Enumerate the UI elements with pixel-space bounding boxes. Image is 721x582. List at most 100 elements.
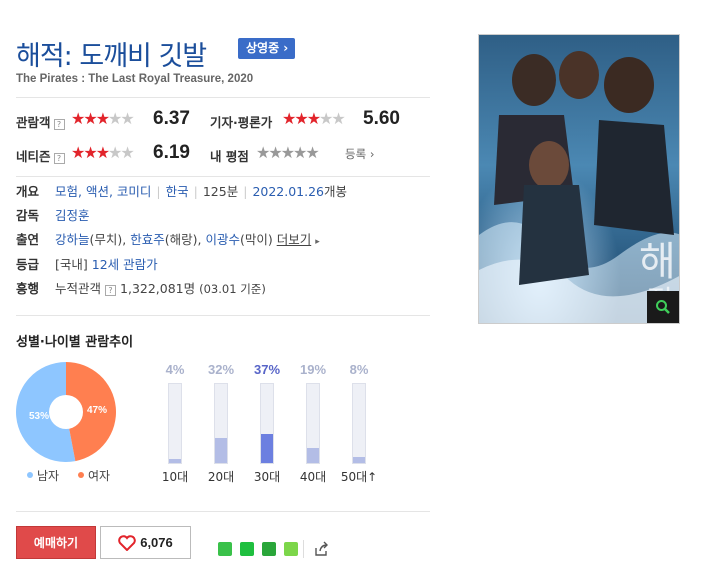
boxoffice-key: 흥행 [16, 281, 40, 296]
country-link[interactable]: 한국 [166, 184, 189, 199]
boxoffice-date: (03.01 기준) [199, 282, 266, 296]
critic-stars: ★★★★★ [282, 109, 346, 128]
cast-link[interactable]: 이광수 [205, 232, 240, 247]
pie-label-male: 53% [29, 411, 49, 422]
audience-label-text: 관람객 [16, 115, 51, 130]
search-icon [656, 300, 670, 314]
age-bar-category-label: 50대↑ [340, 470, 378, 484]
boxoffice-value: 1,322,081명 [120, 281, 196, 296]
age-bar-column: 32% 20대 [201, 362, 241, 484]
age-bar-track [306, 383, 320, 464]
age-bar-category-label: 30대 [253, 470, 281, 484]
poster-image: 해 적 [479, 35, 679, 323]
grade-key: 등급 [16, 257, 40, 272]
grade-link[interactable]: 12세 관람가 [92, 257, 158, 272]
age-bar-value-label: 32% [207, 362, 235, 377]
help-icon[interactable]: ? [53, 153, 65, 164]
my-rating-stars[interactable]: ★★★★★ [256, 143, 320, 162]
age-bar-column: 19% 40대 [293, 362, 333, 484]
like-button[interactable]: 6,076 [100, 526, 191, 559]
cast-role: (무치), [89, 232, 131, 247]
dot-icon [78, 472, 84, 478]
more-cast-link[interactable]: 더보기 [277, 232, 312, 247]
book-ticket-button[interactable]: 예매하기 [16, 526, 96, 559]
release-date-link[interactable]: 2022.01.26 [252, 184, 324, 199]
zoom-button[interactable] [647, 291, 679, 323]
cast-key: 출연 [16, 232, 40, 247]
age-bar-track [260, 383, 274, 464]
age-bar-category-label: 20대 [207, 470, 235, 484]
share-memo-icon[interactable] [284, 542, 298, 556]
divider [16, 511, 430, 512]
legend-male: 남자 [27, 467, 59, 484]
help-icon[interactable]: ? [105, 285, 117, 296]
age-bar-value-label: 4% [165, 362, 185, 377]
age-bar-column: 37% 30대 [247, 362, 287, 484]
age-bar-value-label: 37% [253, 362, 281, 377]
cast-role: (해랑), [164, 232, 206, 247]
age-bar [169, 459, 181, 463]
age-bar-value-label: 19% [299, 362, 327, 377]
runtime: 125분 [202, 184, 239, 199]
pie-hole [49, 395, 83, 429]
age-bar-value-label: 8% [349, 362, 369, 377]
demographics-title: 성별·나이별 관람추이 [16, 335, 134, 350]
netizen-rating-label: 네티즌? [16, 146, 65, 165]
legend-female: 여자 [78, 467, 110, 484]
more-arrow-icon: ▸ [315, 237, 320, 247]
boxoffice-label: 누적관객 [55, 281, 102, 296]
age-bar [307, 448, 319, 463]
netizen-score: 6.19 [153, 142, 190, 163]
gender-pie-chart: 53% 47% [15, 362, 116, 462]
age-bar-category-label: 40대 [299, 470, 327, 484]
age-bar-column: 4% 10대 [155, 362, 195, 484]
netizen-label-text: 네티즌 [16, 149, 51, 164]
help-icon[interactable]: ? [53, 119, 65, 130]
like-count: 6,076 [140, 535, 173, 550]
status-badge-label: 상영중 [246, 41, 280, 55]
cast-row: 출연 강하늘(무치), 한효주(해랑), 이광수(막이) 더보기 ▸ [16, 231, 430, 249]
cast-link[interactable]: 한효주 [130, 232, 165, 247]
share-icon[interactable] [313, 541, 329, 557]
heart-icon [118, 534, 136, 551]
movie-poster[interactable]: 해 적 [478, 34, 680, 324]
audience-score: 6.37 [153, 108, 190, 129]
audience-stars: ★★★★★ [71, 109, 135, 128]
critic-score: 5.60 [363, 108, 400, 129]
status-badge[interactable]: 상영중 › [238, 38, 296, 59]
grade-region: [국내] [55, 257, 88, 272]
critic-rating-label: 기자·평론가 [210, 115, 273, 130]
svg-text:해: 해 [639, 239, 676, 285]
audience-rating-label: 관람객? [16, 112, 65, 131]
register-label: 등록 [345, 147, 367, 161]
share-band-icon[interactable] [218, 542, 232, 556]
genre-link[interactable]: 모험, 액션, 코미디 [55, 184, 151, 199]
age-bar-track [214, 383, 228, 464]
release-suffix: 개봉 [324, 184, 348, 199]
age-bar-category-label: 10대 [161, 470, 189, 484]
register-rating-link[interactable]: 등록 › [345, 146, 374, 162]
cast-role: (막이) [239, 232, 277, 247]
age-bar-column: 8% 50대↑ [339, 362, 379, 484]
overview-row: 개요 모험, 액션, 코미디 | 한국 | 125분 | 2022.01.26개봉 [16, 184, 348, 199]
cast-link[interactable]: 강하늘 [55, 232, 90, 247]
age-bar [215, 438, 227, 463]
pie-label-female: 47% [87, 405, 107, 416]
age-bar [261, 434, 273, 463]
director-link[interactable]: 김정훈 [55, 207, 90, 225]
overview-key: 개요 [16, 184, 40, 199]
movie-title: 해적: 도깨비 깃발 [16, 41, 207, 72]
netizen-stars: ★★★★★ [71, 143, 135, 162]
divider [16, 97, 430, 98]
age-bar [353, 457, 365, 463]
age-bar-track [168, 383, 182, 464]
divider [16, 315, 430, 316]
director-key: 감독 [16, 208, 40, 223]
my-rating-label: 내 평점 [210, 149, 249, 164]
legend-male-label: 남자 [37, 469, 60, 483]
divider [16, 176, 430, 177]
share-blog-icon[interactable] [240, 542, 254, 556]
divider [303, 540, 304, 558]
dot-icon [27, 472, 33, 478]
share-bookmark-icon[interactable] [262, 542, 276, 556]
